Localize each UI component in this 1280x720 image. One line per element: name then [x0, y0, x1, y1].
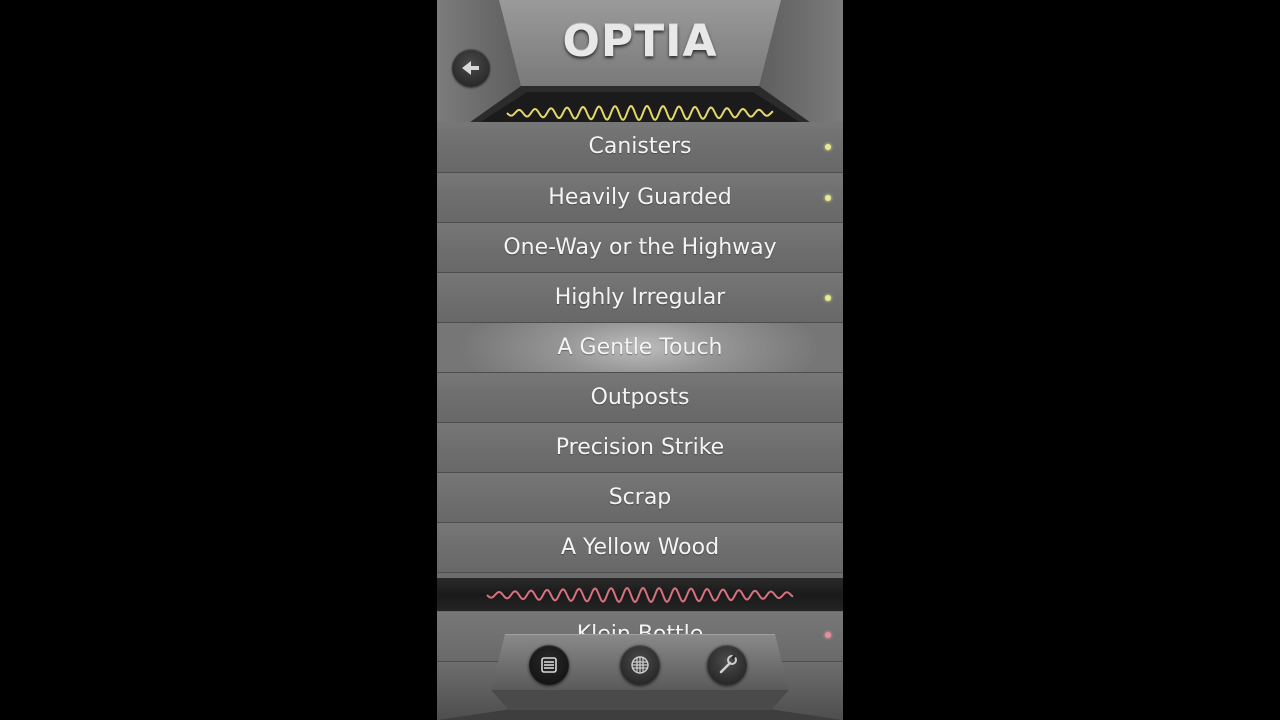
- level-list-button[interactable]: [529, 645, 569, 685]
- level-row[interactable]: Outposts: [437, 373, 843, 423]
- level-row[interactable]: Canisters: [437, 122, 843, 173]
- level-row[interactable]: Precision Strike: [437, 423, 843, 473]
- level-label: Precision Strike: [555, 435, 725, 460]
- level-label: A Gentle Touch: [557, 335, 723, 360]
- level-label: A Yellow Wood: [560, 535, 720, 560]
- level-label: Canisters: [588, 134, 692, 159]
- level-list-icon: [541, 657, 557, 673]
- completion-dot: [825, 295, 831, 301]
- level-row[interactable]: Highly Irregular: [437, 273, 843, 323]
- section-wave: [486, 586, 794, 604]
- level-label: Highly Irregular: [554, 285, 726, 310]
- back-arrow-icon: [462, 61, 479, 75]
- level-label: Scrap: [608, 485, 672, 510]
- level-label: One-Way or the Highway: [503, 235, 777, 260]
- level-label: Outposts: [590, 385, 690, 410]
- wrench-icon: [719, 654, 737, 674]
- grid-icon: [631, 656, 649, 674]
- completion-dot: [825, 144, 831, 150]
- level-row[interactable]: Scrap: [437, 473, 843, 523]
- section-divider: [437, 578, 843, 611]
- grid-button[interactable]: [620, 645, 660, 685]
- bottom-toolbar: [437, 634, 843, 720]
- level-row[interactable]: A Yellow Wood: [437, 523, 843, 573]
- level-list: Canisters Heavily Guarded One-Way or the H…: [437, 122, 843, 573]
- completion-dot: [825, 195, 831, 201]
- level-label: Heavily Guarded: [548, 185, 732, 210]
- section-wave-graphic: [486, 586, 794, 604]
- wrench-button[interactable]: [707, 645, 747, 685]
- back-button[interactable]: [452, 49, 490, 87]
- level-row[interactable]: A Gentle Touch: [437, 323, 843, 373]
- app-title: OPTIA: [562, 16, 718, 67]
- header: OPTIA: [437, 0, 843, 134]
- game-screen: OPTIA Canisters Heavily Guarded One-Way or…: [437, 0, 843, 720]
- level-row[interactable]: One-Way or the Highway: [437, 223, 843, 273]
- level-row[interactable]: Heavily Guarded: [437, 173, 843, 223]
